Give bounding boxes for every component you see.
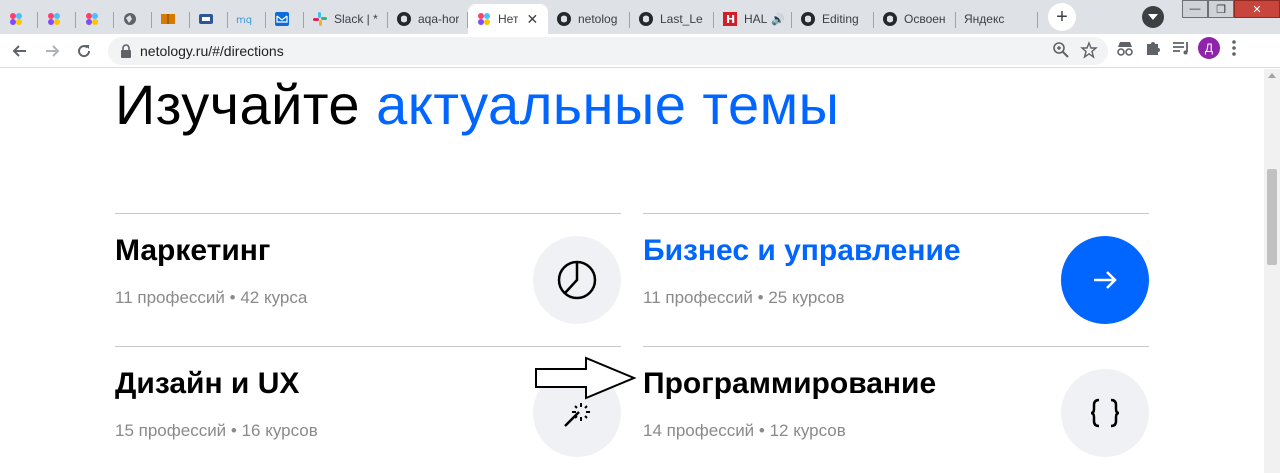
page-headline: Изучайте актуальные темы: [115, 72, 839, 137]
netology-icon: [84, 11, 100, 27]
direction-meta: 11 профессий • 42 курса: [115, 288, 308, 307]
new-tab-button[interactable]: +: [1048, 3, 1076, 31]
minimize-button[interactable]: —: [1182, 0, 1208, 18]
tab-title: netolog: [578, 12, 618, 26]
pie-chart-icon: [557, 260, 597, 300]
tab-title: Яндекс: [964, 12, 1005, 26]
tab-github-lastle[interactable]: Last_Le: [630, 4, 714, 34]
direction-meta: 15 профессий • 16 курсов: [115, 421, 318, 440]
tab-github-netology[interactable]: netolog: [548, 4, 630, 34]
tab-slack[interactable]: Slack | *: [304, 4, 388, 34]
scrollbar-thumb[interactable]: [1267, 169, 1277, 265]
direction-meta: 14 профессий • 12 курсов: [643, 421, 846, 440]
star-icon[interactable]: [1080, 41, 1098, 59]
svg-text:H: H: [726, 13, 735, 26]
netology-icon: [46, 11, 62, 27]
direction-icon-circle[interactable]: [1061, 369, 1149, 457]
profile-avatar[interactable]: Д: [1198, 37, 1220, 59]
tab-globe[interactable]: [114, 4, 152, 34]
tab-netology-2[interactable]: [38, 4, 76, 34]
direction-card-programming[interactable]: Программирование 14 профессий • 12 курсо…: [643, 346, 1149, 473]
tab-netology-1[interactable]: [0, 4, 38, 34]
incognito-icon[interactable]: [1114, 37, 1136, 59]
netology-icon: [8, 11, 24, 27]
tab-list: mq Slack | * aqa-hor Нет ✕ netolog Last_…: [0, 0, 1076, 34]
tab-title: Slack | *: [334, 12, 378, 26]
curly-braces-icon: [1090, 398, 1120, 428]
tab-title: aqa-hor: [418, 12, 460, 26]
headline-part2: актуальные темы: [376, 73, 840, 136]
svg-text:mq: mq: [236, 15, 252, 26]
netology-icon: [476, 11, 492, 27]
tab-hal[interactable]: H HAL 🔊: [714, 4, 792, 34]
mq-icon: mq: [236, 11, 252, 27]
browser-toolbar: netology.ru/#/directions Д: [0, 34, 1280, 68]
tab-mail[interactable]: [266, 4, 304, 34]
tab-book[interactable]: [152, 4, 190, 34]
tab-netology-active[interactable]: Нет ✕: [468, 4, 548, 34]
globe-icon: [122, 11, 138, 27]
lock-icon: [121, 44, 131, 58]
book-icon: [160, 11, 176, 27]
headline-part1: Изучайте: [115, 73, 361, 136]
arrow-right-icon: [1094, 271, 1117, 289]
direction-title[interactable]: Маркетинг: [115, 234, 270, 268]
page-content: Изучайте актуальные темы Маркетинг 11 пр…: [0, 69, 1264, 473]
extensions-puzzle-icon[interactable]: [1142, 37, 1164, 59]
arrow-right-icon: [46, 44, 60, 57]
tab-title: Нет: [498, 12, 519, 26]
close-window-button[interactable]: ✕: [1234, 0, 1280, 18]
forward-button[interactable]: [36, 35, 68, 67]
reload-button[interactable]: [68, 35, 100, 67]
page-scrollbar[interactable]: [1264, 69, 1280, 473]
tab-github-editing[interactable]: Editing: [792, 4, 874, 34]
direction-card-business[interactable]: Бизнес и управление 11 профессий • 25 ку…: [643, 213, 1149, 346]
direction-title[interactable]: Бизнес и управление: [643, 234, 961, 268]
tab-title: Освоен: [904, 12, 946, 26]
omnibox-actions: [1052, 41, 1098, 59]
arrow-left-icon: [12, 44, 26, 57]
menu-kebab-icon[interactable]: [1226, 37, 1242, 59]
hal-icon: H: [722, 11, 738, 27]
back-button[interactable]: [4, 35, 36, 67]
tab-mq[interactable]: mq: [228, 4, 266, 34]
scroll-up-icon[interactable]: [1268, 73, 1276, 78]
annotation-arrow-icon: [535, 356, 637, 400]
tab-yandex[interactable]: Яндекс: [956, 4, 1038, 34]
tab-document[interactable]: [190, 4, 228, 34]
tab-title: Last_Le: [660, 12, 703, 26]
maximize-button[interactable]: ❐: [1208, 0, 1234, 18]
direction-card-marketing[interactable]: Маркетинг 11 профессий • 42 курса: [115, 213, 621, 346]
github-icon: [396, 11, 412, 27]
tab-github-osvoen[interactable]: Освоен: [874, 4, 956, 34]
chevron-down-icon: [1148, 14, 1158, 20]
github-icon: [882, 11, 898, 27]
github-icon: [638, 11, 654, 27]
tab-netology-3[interactable]: [76, 4, 114, 34]
direction-icon-circle[interactable]: [1061, 236, 1149, 324]
zoom-icon[interactable]: [1052, 41, 1070, 59]
tab-title: Editing: [822, 12, 859, 26]
document-icon: [198, 11, 214, 27]
tab-title: HAL: [744, 12, 768, 26]
slack-icon: [312, 11, 328, 27]
close-tab-icon[interactable]: ✕: [526, 11, 538, 28]
speaker-icon: 🔊: [771, 13, 786, 26]
direction-title[interactable]: Дизайн и UX: [115, 367, 299, 401]
tab-search-button[interactable]: [1142, 6, 1164, 28]
direction-title[interactable]: Программирование: [643, 367, 936, 401]
github-icon: [800, 11, 816, 27]
toolbar-extensions: Д: [1114, 37, 1242, 59]
url-text: netology.ru/#/directions: [140, 43, 284, 59]
github-icon: [556, 11, 572, 27]
window-controls: — ❐ ✕: [1182, 0, 1280, 18]
mail-icon: [274, 11, 290, 27]
tab-github-aqa[interactable]: aqa-hor: [388, 4, 468, 34]
direction-icon-circle[interactable]: [533, 236, 621, 324]
browser-tab-strip: mq Slack | * aqa-hor Нет ✕ netolog Last_…: [0, 0, 1280, 34]
address-bar[interactable]: netology.ru/#/directions: [108, 37, 1108, 65]
reload-icon: [78, 44, 91, 57]
media-control-icon[interactable]: [1170, 37, 1192, 59]
direction-meta: 11 профессий • 25 курсов: [643, 288, 845, 307]
